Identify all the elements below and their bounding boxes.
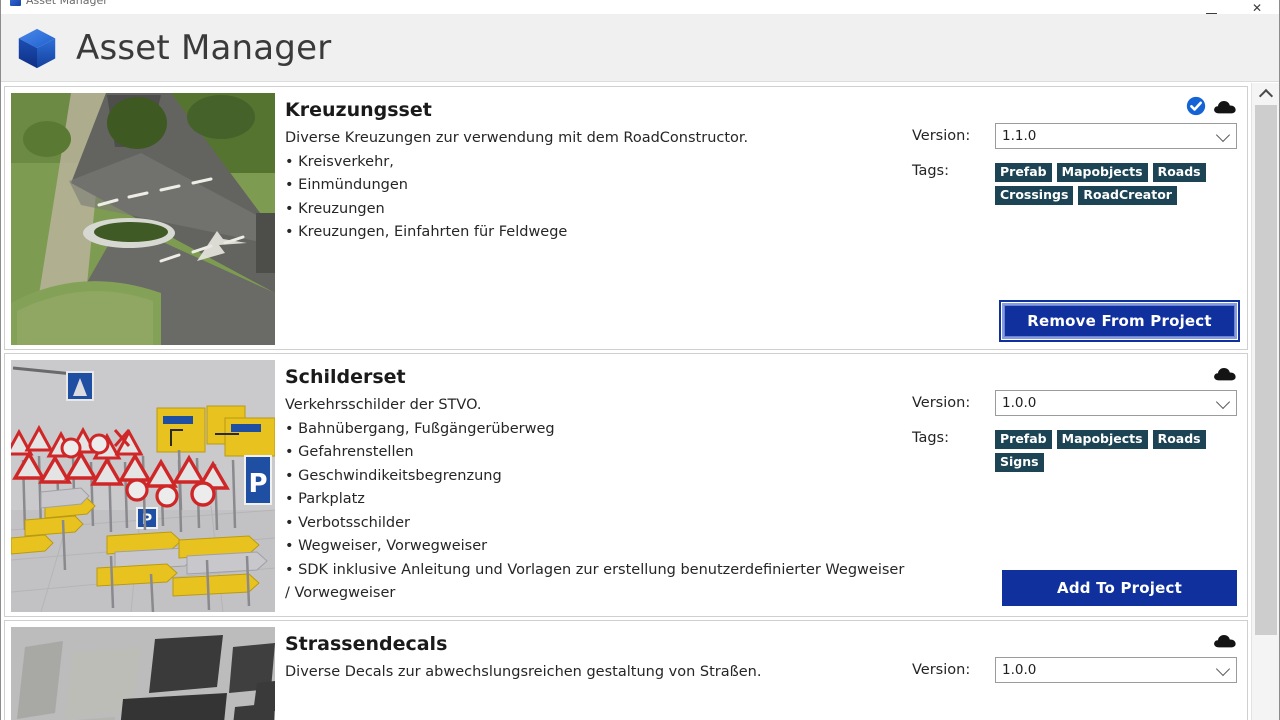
titlebar-title-group: Asset Manager <box>10 0 108 7</box>
window-left-border <box>0 0 1 720</box>
window-titlebar: Asset Manager ✕ <box>0 0 1280 15</box>
page-title: Asset Manager <box>76 27 332 68</box>
asset-manager-window: Asset Manager ✕ Asset Manager Kreuzungss… <box>0 0 1280 720</box>
cloud-icon <box>1213 98 1237 115</box>
tag-chip[interactable]: Mapobjects <box>1056 430 1148 449</box>
scrollbar-thumb[interactable] <box>1255 105 1277 635</box>
tag-chip[interactable]: Roads <box>1152 430 1206 449</box>
version-value: 1.1.0 <box>1002 128 1037 144</box>
asset-info: Schilderset Verkehrsschilder der STVO. •… <box>285 362 905 606</box>
app-header: Asset Manager <box>0 14 1280 82</box>
asset-controls: Version: 1.0.0 <box>912 629 1237 697</box>
chevron-up-icon <box>1258 88 1273 103</box>
version-select[interactable]: 1.0.0 <box>995 657 1237 683</box>
asset-info: Kreuzungsset Diverse Kreuzungen zur verw… <box>285 95 905 245</box>
tag-chip[interactable]: Signs <box>995 453 1044 472</box>
version-row: Version: 1.1.0 <box>912 123 1237 149</box>
tags-row: Tags: Prefab Mapobjects Roads Crossings … <box>912 163 1237 205</box>
asset-status-icons <box>912 629 1237 651</box>
asset-card[interactable]: Strassendecals Diverse Decals zur abwech… <box>4 620 1248 720</box>
asset-thumbnail: P P <box>11 360 275 612</box>
version-select[interactable]: 1.0.0 <box>995 390 1237 416</box>
asset-feature: • Geschwindikeitsbegrenzung <box>285 467 502 484</box>
asset-list: Kreuzungsset Diverse Kreuzungen zur verw… <box>0 83 1252 720</box>
installed-check-icon <box>1186 96 1206 116</box>
asset-title: Strassendecals <box>285 633 448 655</box>
asset-controls: Version: 1.0.0 Tags: Prefab Mapobjects R… <box>912 362 1237 472</box>
version-row: Version: 1.0.0 <box>912 390 1237 416</box>
tag-list: Prefab Mapobjects Roads Signs <box>995 430 1237 472</box>
asset-feature: • Kreuzungen <box>285 200 385 217</box>
asset-thumbnail <box>11 93 275 345</box>
asset-description: Diverse Decals zur abwechslungsreichen g… <box>285 664 762 680</box>
vertical-scrollbar[interactable] <box>1251 83 1280 720</box>
tags-label: Tags: <box>912 163 949 179</box>
asset-controls: Version: 1.1.0 Tags: Prefab Mapobjects R… <box>912 95 1237 205</box>
asset-feature: • Parkplatz <box>285 491 365 507</box>
cube-icon <box>14 25 60 71</box>
close-button[interactable]: ✕ <box>1234 0 1280 15</box>
chevron-down-icon <box>1215 661 1231 677</box>
chevron-down-icon <box>1215 127 1231 143</box>
asset-feature: • Bahnübergang, Fußgängerüberweg <box>285 420 555 437</box>
asset-feature: • SDK inklusive Anleitung und Vorlagen z… <box>285 561 909 602</box>
asset-card[interactable]: Kreuzungsset Diverse Kreuzungen zur verw… <box>4 86 1248 350</box>
asset-feature: • Wegweiser, Vorwegweiser <box>285 538 488 554</box>
version-value: 1.0.0 <box>1002 662 1037 678</box>
asset-card[interactable]: P P Schilderset Verkehrsschilder der STV… <box>4 353 1248 617</box>
asset-feature: • Verbotsschilder <box>285 514 411 531</box>
app-icon <box>10 0 21 6</box>
asset-status-icons <box>912 362 1237 384</box>
add-to-project-button[interactable]: Add To Project <box>1002 570 1237 606</box>
asset-title: Kreuzungsset <box>285 99 432 121</box>
scroll-up-button[interactable] <box>1252 85 1279 103</box>
version-value: 1.0.0 <box>1002 395 1037 411</box>
asset-feature: • Einmündungen <box>285 177 408 193</box>
version-select[interactable]: 1.1.0 <box>995 123 1237 149</box>
version-row: Version: 1.0.0 <box>912 657 1237 683</box>
cloud-icon <box>1213 632 1237 649</box>
tag-chip[interactable]: Prefab <box>995 430 1052 449</box>
tags-label: Tags: <box>912 430 949 446</box>
tags-row: Tags: Prefab Mapobjects Roads Signs <box>912 430 1237 472</box>
tag-chip[interactable]: Roads <box>1152 163 1206 182</box>
asset-description: Diverse Kreuzungen zur verwendung mit de… <box>285 130 749 146</box>
window-controls: ✕ <box>1188 0 1280 14</box>
tag-chip[interactable]: RoadCreator <box>1078 186 1177 205</box>
asset-feature: • Kreisverkehr, <box>285 153 394 170</box>
asset-info: Strassendecals Diverse Decals zur abwech… <box>285 629 905 685</box>
remove-from-project-button[interactable]: Remove From Project <box>999 300 1240 342</box>
version-label: Version: <box>912 395 971 411</box>
app-header-brand: Asset Manager <box>14 25 331 71</box>
asset-thumbnail <box>11 627 275 720</box>
tag-chip[interactable]: Prefab <box>995 163 1052 182</box>
asset-title: Schilderset <box>285 366 406 388</box>
tag-chip[interactable]: Mapobjects <box>1056 163 1148 182</box>
chevron-down-icon <box>1215 394 1231 410</box>
asset-status-icons <box>912 95 1237 117</box>
version-label: Version: <box>912 128 971 144</box>
cloud-icon <box>1213 365 1237 382</box>
tag-chip[interactable]: Crossings <box>995 186 1074 205</box>
window-title: Asset Manager <box>26 0 108 7</box>
version-label: Version: <box>912 662 971 678</box>
close-icon: ✕ <box>1251 1 1263 15</box>
asset-description: Verkehrsschilder der STVO. <box>285 397 482 413</box>
asset-feature: • Kreuzungen, Einfahrten für Feldwege <box>285 224 568 240</box>
minimize-button[interactable] <box>1188 0 1234 14</box>
svg-text:P: P <box>248 469 267 499</box>
asset-feature: • Gefahrenstellen <box>285 444 414 460</box>
tag-list: Prefab Mapobjects Roads Crossings RoadCr… <box>995 163 1237 205</box>
